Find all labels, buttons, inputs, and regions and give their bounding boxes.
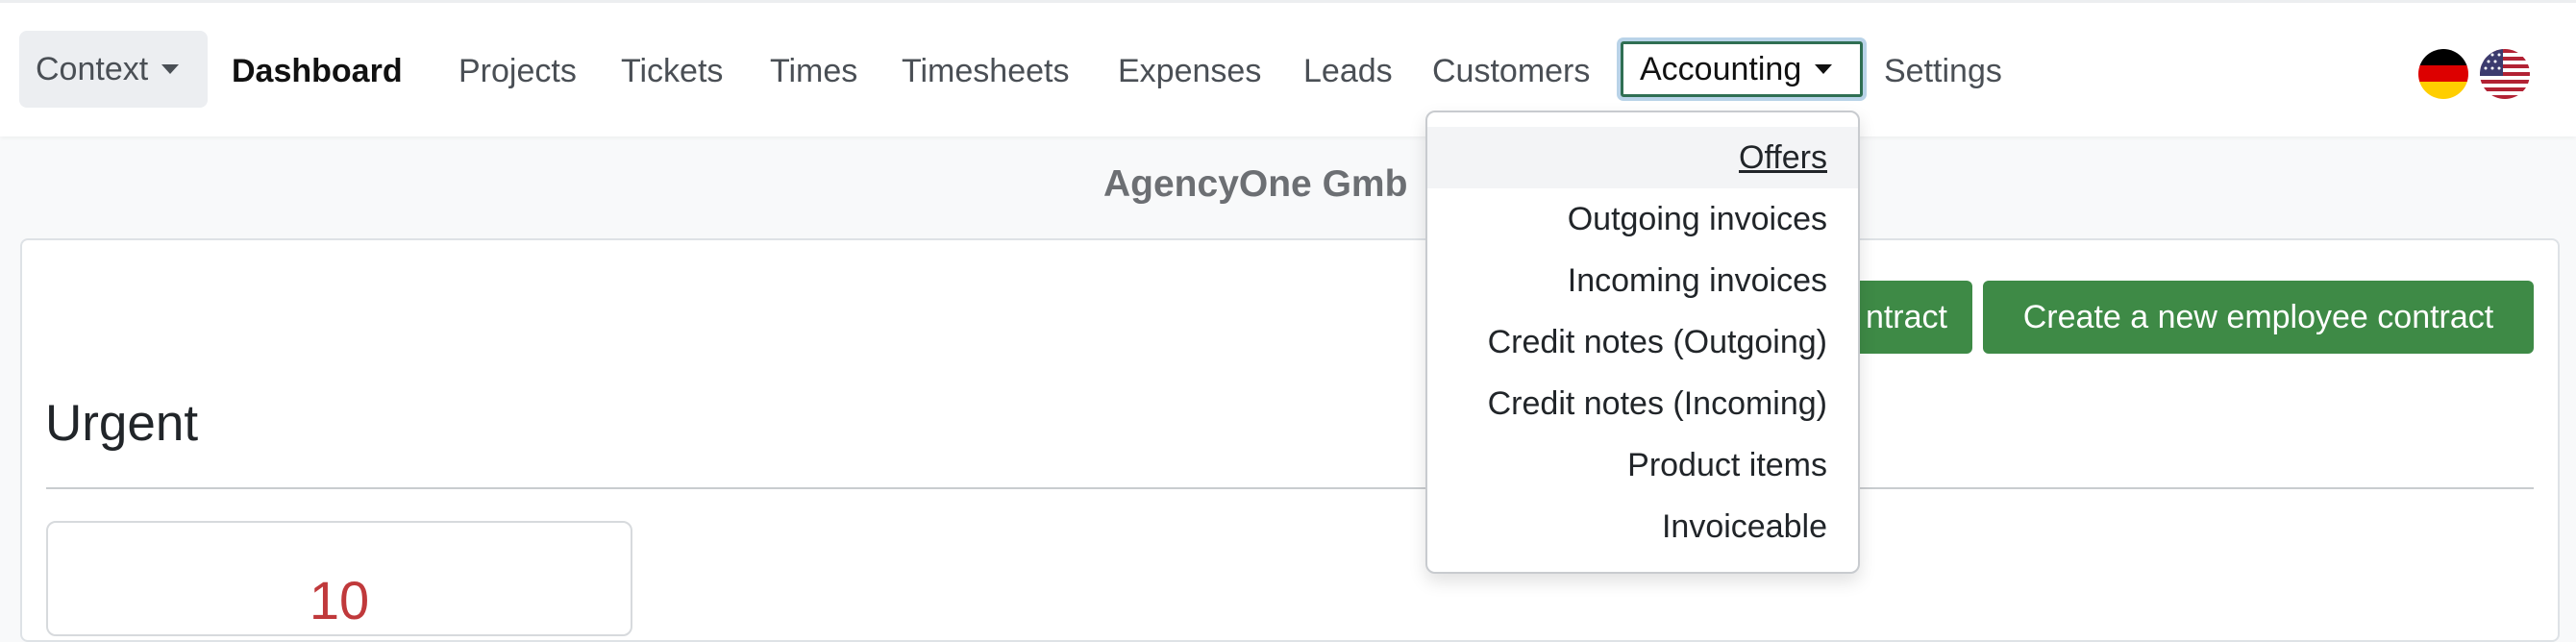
menu-item-invoiceable[interactable]: Invoiceable (1427, 496, 1858, 557)
accounting-dropdown-menu: Offers Outgoing invoices Incoming invoic… (1425, 111, 1860, 574)
accounting-dropdown-button[interactable]: Accounting (1621, 41, 1863, 97)
germany-flag-icon[interactable] (2418, 49, 2468, 99)
chevron-down-icon (1815, 64, 1833, 75)
nav-link-projects[interactable]: Projects (458, 39, 577, 103)
nav-link-customers[interactable]: Customers (1432, 39, 1590, 103)
create-employee-contract-button[interactable]: Create a new employee contract (1983, 281, 2534, 354)
company-name-heading: AgencyOne Gmb (1103, 163, 1408, 205)
nav-link-settings[interactable]: Settings (1884, 39, 2002, 103)
nav-link-tickets[interactable]: Tickets (621, 39, 723, 103)
menu-item-credit-notes-incoming[interactable]: Credit notes (Incoming) (1427, 373, 1858, 434)
nav-link-timesheets[interactable]: Timesheets (902, 39, 1069, 103)
menu-item-offers[interactable]: Offers (1427, 127, 1858, 188)
usa-flag-icon[interactable] (2480, 49, 2530, 99)
menu-item-product-items[interactable]: Product items (1427, 434, 1858, 496)
top-navbar: Context Dashboard Projects Tickets Times… (0, 0, 2576, 136)
context-label: Context (36, 51, 149, 87)
nav-link-expenses[interactable]: Expenses (1118, 39, 1261, 103)
nav-link-dashboard[interactable]: Dashboard (232, 39, 403, 103)
context-dropdown-button[interactable]: Context (19, 31, 208, 108)
nav-link-times[interactable]: Times (770, 39, 857, 103)
accounting-label: Accounting (1640, 51, 1802, 87)
urgent-stat-card[interactable]: 10 (46, 521, 632, 636)
nav-link-leads[interactable]: Leads (1303, 39, 1393, 103)
menu-item-incoming-invoices[interactable]: Incoming invoices (1427, 250, 1858, 311)
chevron-down-icon (161, 64, 180, 75)
urgent-stat-value: 10 (309, 570, 370, 630)
urgent-section-title: Urgent (45, 395, 199, 452)
menu-item-credit-notes-outgoing[interactable]: Credit notes (Outgoing) (1427, 311, 1858, 373)
section-divider (46, 487, 2534, 489)
menu-item-outgoing-invoices[interactable]: Outgoing invoices (1427, 188, 1858, 250)
